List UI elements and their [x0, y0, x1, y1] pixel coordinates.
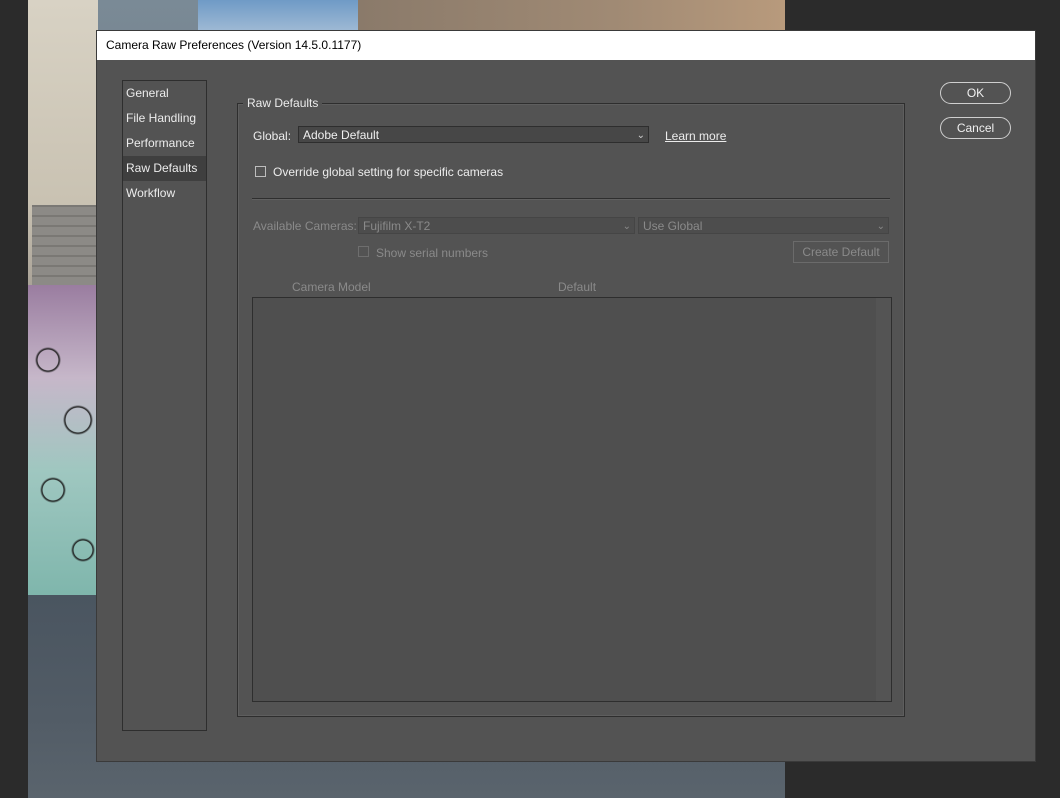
preferences-dialog: Camera Raw Preferences (Version 14.5.0.1…	[97, 31, 1035, 761]
override-checkbox[interactable]	[255, 166, 266, 177]
group-title: Raw Defaults	[243, 96, 323, 110]
ok-button[interactable]: OK	[940, 82, 1011, 104]
nav-item-file-handling[interactable]: File Handling	[123, 106, 206, 131]
learn-more-link[interactable]: Learn more	[665, 129, 726, 143]
camera-select[interactable]: Fujifilm X-T2 ⌄	[358, 217, 635, 234]
chevron-down-icon: ⌄	[636, 130, 645, 141]
photo-sky	[198, 0, 358, 30]
nav-item-performance[interactable]: Performance	[123, 131, 206, 156]
camera-select-value: Fujifilm X-T2	[363, 219, 431, 233]
photo-mural-drawing	[28, 300, 98, 590]
photo-bricks	[32, 205, 98, 285]
override-label: Override global setting for specific cam…	[273, 165, 504, 179]
global-select-value: Adobe Default	[303, 128, 380, 142]
show-serial-label: Show serial numbers	[376, 246, 489, 260]
dialog-title: Camera Raw Preferences (Version 14.5.0.1…	[106, 38, 362, 52]
dialog-titlebar[interactable]: Camera Raw Preferences (Version 14.5.0.1…	[97, 31, 1035, 60]
global-label: Global:	[253, 129, 292, 143]
show-serial-checkbox[interactable]	[358, 246, 369, 257]
column-header-default: Default	[558, 280, 597, 294]
chevron-down-icon: ⌄	[622, 221, 631, 232]
create-default-button[interactable]: Create Default	[793, 241, 889, 263]
nav-item-workflow[interactable]: Workflow	[123, 181, 206, 206]
nav-item-raw-defaults[interactable]: Raw Defaults	[123, 156, 206, 181]
camera-table[interactable]	[252, 297, 892, 702]
available-cameras-label: Available Cameras:	[253, 219, 357, 233]
photo-building	[358, 0, 785, 30]
global-select[interactable]: Adobe Default ⌄	[298, 126, 649, 143]
camera-setting-value: Use Global	[643, 219, 703, 233]
nav-item-general[interactable]: General	[123, 81, 206, 106]
camera-setting-select[interactable]: Use Global ⌄	[638, 217, 889, 234]
preferences-nav: General File Handling Performance Raw De…	[122, 80, 207, 731]
table-scrollbar[interactable]	[876, 298, 891, 701]
chevron-down-icon: ⌄	[876, 221, 885, 232]
divider	[252, 198, 890, 199]
cancel-button[interactable]: Cancel	[940, 117, 1011, 139]
column-header-camera-model: Camera Model	[292, 280, 371, 294]
